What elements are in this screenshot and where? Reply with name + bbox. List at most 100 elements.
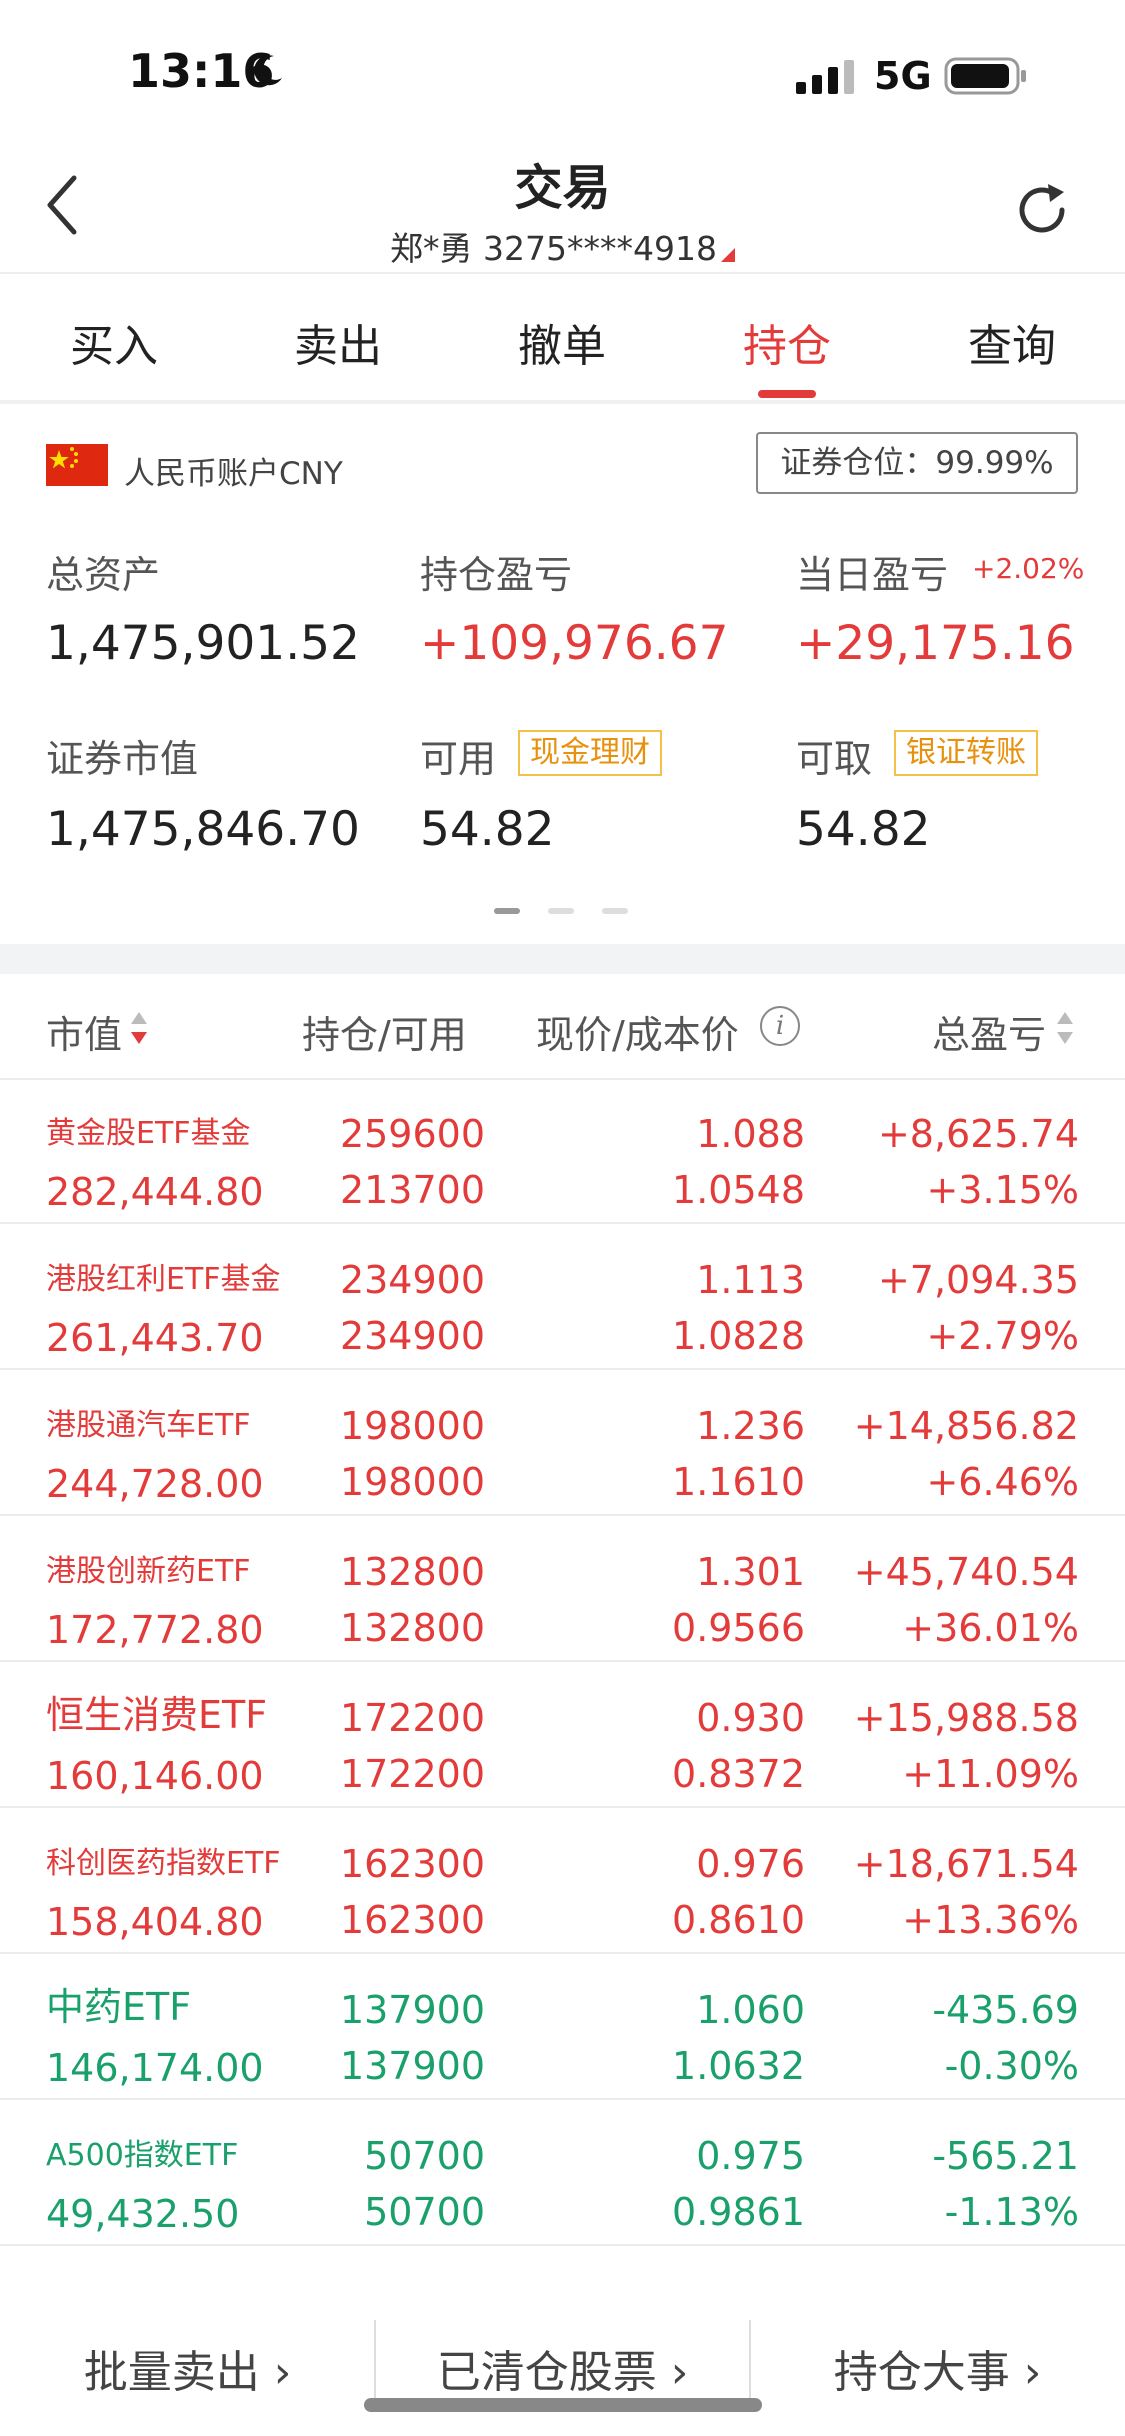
- market-value-value: 1,475,846.70: [46, 802, 360, 857]
- page-dot-active: [494, 908, 520, 914]
- holding-pnl: +14,856.82: [853, 1404, 1079, 1448]
- holding-market-value: 49,432.50: [46, 2192, 240, 2236]
- column-price: 现价/成本价: [536, 1013, 739, 1057]
- daily-pnl-percent: +2.02%: [972, 552, 1085, 585]
- holding-price: 1.088: [696, 1112, 805, 1156]
- account-summary: 人民币账户CNY 证券仓位：99.99% 总资产 1,475,901.52 持仓…: [0, 404, 1125, 944]
- holding-row[interactable]: 港股红利ETF基金 261,443.70 234900 234900 1.113…: [0, 1224, 1125, 1370]
- cash-management-button[interactable]: 现金理财: [518, 730, 662, 776]
- holding-row[interactable]: 恒生消费ETF 160,146.00 172200 172200 0.930 0…: [0, 1662, 1125, 1808]
- daily-pnl-value: +29,175.16: [796, 616, 1075, 671]
- batch-sell-button[interactable]: 批量卖出 ›: [0, 2336, 375, 2400]
- holding-pnl-percent: +6.46%: [926, 1460, 1079, 1504]
- holding-row[interactable]: 港股通汽车ETF 244,728.00 198000 198000 1.236 …: [0, 1370, 1125, 1516]
- holding-cost: 1.0548: [672, 1168, 805, 1212]
- moon-icon: [254, 55, 282, 86]
- tab-cancel[interactable]: 撤单: [518, 310, 606, 374]
- app-header: 交易 郑*勇 3275****4918: [0, 140, 1125, 272]
- holding-position: 50700: [364, 2134, 485, 2178]
- refresh-icon[interactable]: [1010, 178, 1074, 242]
- holding-available: 162300: [339, 1898, 485, 1942]
- holding-market-value: 282,444.80: [46, 1170, 264, 1214]
- holding-available: 198000: [339, 1460, 485, 1504]
- sort-icon[interactable]: [1056, 1010, 1074, 1046]
- batch-sell-label: 批量卖出: [83, 2347, 260, 2398]
- column-total-pnl[interactable]: 总盈亏: [932, 1004, 1046, 1059]
- cleared-stocks-button[interactable]: 已清仓股票 ›: [375, 2336, 750, 2400]
- home-indicator[interactable]: [364, 2398, 762, 2412]
- holding-pnl: +18,671.54: [853, 1842, 1079, 1886]
- column-position: 持仓/可用: [302, 1013, 467, 1057]
- sort-desc-icon[interactable]: [130, 1010, 148, 1046]
- tab-query[interactable]: 查询: [968, 310, 1056, 374]
- total-assets-value: 1,475,901.52: [46, 616, 360, 671]
- tab-sell[interactable]: 卖出: [294, 310, 382, 374]
- holding-available: 50700: [364, 2190, 485, 2234]
- holding-position: 132800: [339, 1550, 485, 1594]
- holding-position: 172200: [339, 1696, 485, 1740]
- holding-market-value: 172,772.80: [46, 1608, 264, 1652]
- holding-cost: 0.8610: [672, 1898, 805, 1942]
- holding-price: 0.976: [696, 1842, 805, 1886]
- holding-cost: 0.9861: [672, 2190, 805, 2234]
- network-type: 5G: [874, 54, 932, 98]
- holding-position: 259600: [339, 1112, 485, 1156]
- section-gap: [0, 944, 1125, 974]
- holding-pnl: +15,988.58: [853, 1696, 1079, 1740]
- holding-pnl-percent: -1.13%: [944, 2190, 1079, 2234]
- holding-row[interactable]: 港股创新药ETF 172,772.80 132800 132800 1.301 …: [0, 1516, 1125, 1662]
- bank-transfer-button[interactable]: 银证转账: [894, 730, 1038, 776]
- status-bar: 13:16 5G: [0, 0, 1125, 140]
- position-events-button[interactable]: 持仓大事 ›: [750, 2336, 1125, 2400]
- tab-positions[interactable]: 持仓: [743, 310, 831, 374]
- holding-name: 恒生消费ETF: [46, 1693, 268, 1737]
- page-dot: [548, 908, 574, 914]
- holding-pnl-percent: +13.36%: [902, 1898, 1079, 1942]
- holding-cost: 1.0632: [672, 2044, 805, 2088]
- battery-icon: [944, 57, 1026, 95]
- info-icon[interactable]: i: [760, 1006, 800, 1046]
- holding-pnl: -435.69: [932, 1988, 1079, 2032]
- holding-available: 172200: [339, 1752, 485, 1796]
- holding-market-value: 158,404.80: [46, 1900, 264, 1944]
- holding-pnl-value: +109,976.67: [420, 616, 729, 671]
- holding-available: 234900: [339, 1314, 485, 1358]
- holding-market-value: 261,443.70: [46, 1316, 264, 1360]
- holding-row[interactable]: 中药ETF 146,174.00 137900 137900 1.060 1.0…: [0, 1954, 1125, 2100]
- column-market-value[interactable]: 市值: [46, 1004, 122, 1059]
- tab-buy[interactable]: 买入: [70, 310, 158, 374]
- position-events-label: 持仓大事: [833, 2347, 1010, 2398]
- holding-name: 港股创新药ETF: [46, 1554, 251, 1589]
- holding-cost: 1.0828: [672, 1314, 805, 1358]
- page-title: 交易: [514, 160, 611, 216]
- daily-pnl-label: 当日盈亏: [796, 553, 949, 597]
- china-flag-icon: [46, 444, 108, 486]
- chevron-right-icon: ›: [259, 2347, 292, 2398]
- holding-price: 1.113: [696, 1258, 805, 1302]
- holding-position: 137900: [339, 1988, 485, 2032]
- holding-row[interactable]: 科创医药指数ETF 158,404.80 162300 162300 0.976…: [0, 1808, 1125, 1954]
- dropdown-corner-icon: [720, 248, 735, 262]
- holding-price: 1.236: [696, 1404, 805, 1448]
- available-value: 54.82: [420, 802, 555, 857]
- chevron-right-icon: ›: [656, 2347, 689, 2398]
- holding-name: 港股通汽车ETF: [46, 1408, 251, 1443]
- withdrawable-label: 可取: [796, 737, 873, 781]
- holding-pnl: +7,094.35: [877, 1258, 1079, 1302]
- tab-active-indicator: [758, 390, 816, 398]
- holdings-table-header: 市值 持仓/可用 现价/成本价 i 总盈亏: [0, 974, 1125, 1080]
- holding-market-value: 244,728.00: [46, 1462, 264, 1506]
- trade-tabs: 买入 卖出 撤单 持仓 查询: [0, 274, 1125, 402]
- total-assets-label: 总资产: [46, 553, 161, 597]
- page-dot: [602, 908, 628, 914]
- holding-available: 137900: [339, 2044, 485, 2088]
- holding-row[interactable]: 黄金股ETF基金 282,444.80 259600 213700 1.088 …: [0, 1078, 1125, 1224]
- position-ratio-badge[interactable]: 证券仓位：99.99%: [756, 432, 1078, 494]
- holding-name: 黄金股ETF基金: [46, 1116, 251, 1151]
- holding-pnl-label: 持仓盈亏: [420, 553, 573, 597]
- holding-cost: 0.9566: [672, 1606, 805, 1650]
- holding-pnl: -565.21: [932, 2134, 1079, 2178]
- holding-position: 162300: [339, 1842, 485, 1886]
- holding-row[interactable]: A500指数ETF 49,432.50 50700 50700 0.975 0.…: [0, 2100, 1125, 2246]
- account-selector[interactable]: 郑*勇 3275****4918: [0, 222, 1125, 270]
